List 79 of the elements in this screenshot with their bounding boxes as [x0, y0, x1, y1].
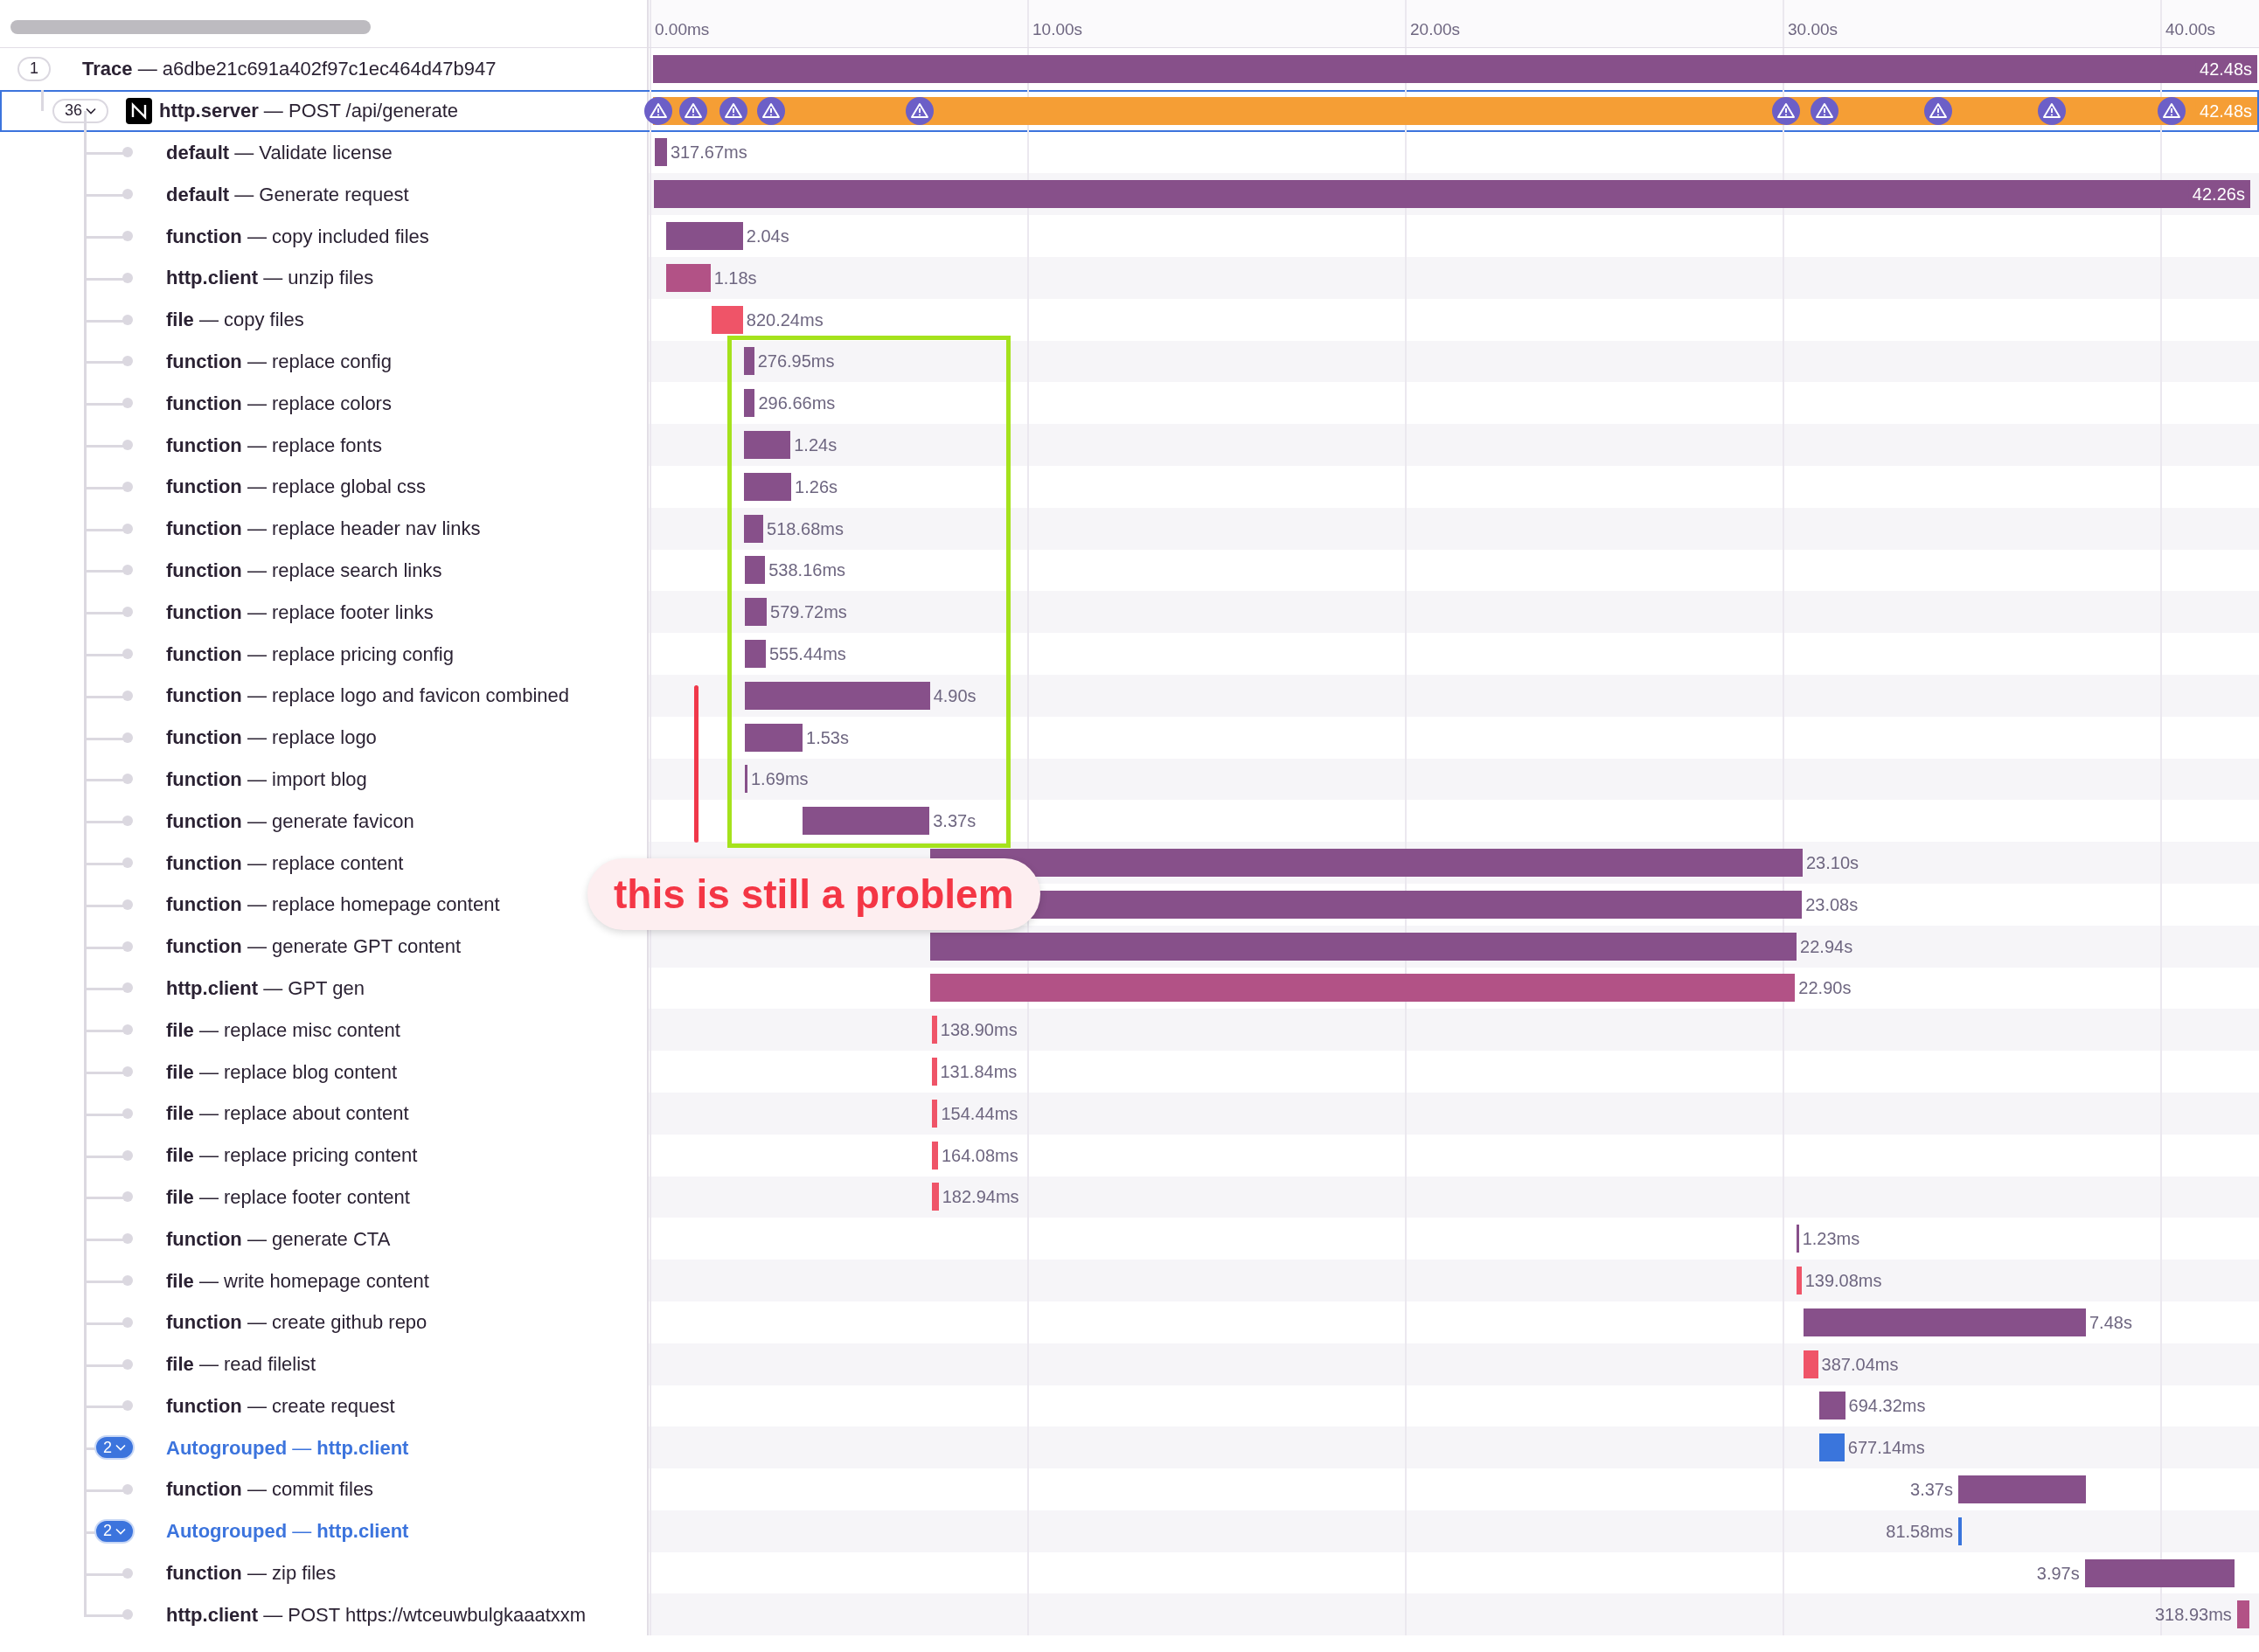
duration-label: 22.94s — [1800, 935, 1853, 958]
duration-label: 2.04s — [746, 226, 789, 248]
span-label: function — replace homepage content — [166, 893, 500, 916]
duration-label: 4.90s — [933, 684, 977, 707]
span-label: function — generate GPT content — [166, 935, 462, 958]
span-label: http.server — POST /api/generate — [159, 99, 459, 124]
duration-label: 579.72ms — [770, 601, 847, 624]
duration-label: 387.04ms — [1821, 1353, 1899, 1376]
duration-label: 3.37s — [933, 810, 977, 833]
span-label: file — write homepage content — [166, 1269, 429, 1292]
duration-label: 23.10s — [1806, 852, 1859, 875]
span-label: http.client — POST https://wtceuwbulgkaaatxxm — [166, 1603, 587, 1626]
duration-label: 182.94ms — [942, 1186, 1019, 1209]
span-label: function — replace content — [166, 851, 404, 874]
span-label: file — copy files — [166, 309, 304, 331]
span-label: function — replace logo — [166, 726, 377, 749]
span-label: file — replace pricing content — [166, 1144, 418, 1167]
duration-label: 7.48s — [2089, 1311, 2132, 1334]
span-label: function — create request — [166, 1394, 395, 1417]
span-label: function — replace fonts — [166, 434, 382, 456]
span-label: function — import blog — [166, 767, 367, 790]
duration-label: 139.08ms — [1804, 1270, 1882, 1292]
annotation-tooltip: this is still a problem — [587, 858, 1040, 930]
time-tick-label: 0.00ms — [655, 19, 710, 40]
duration-label: 3.37s — [1910, 1479, 1953, 1501]
time-tick-label: 10.00s — [1032, 19, 1083, 40]
span-label: function — generate favicon — [166, 809, 414, 832]
duration-label: 1.18s — [713, 267, 757, 289]
duration-label: 81.58ms — [1886, 1520, 1953, 1543]
duration-label: 296.66ms — [758, 392, 836, 415]
span-label: http.client — GPT gen — [166, 976, 365, 999]
time-tick-label: 40.00s — [2165, 19, 2216, 40]
duration-label: 3.97s — [2036, 1562, 2080, 1585]
span-label: function — create github repo — [166, 1311, 427, 1334]
duration-label: 1.53s — [806, 726, 849, 749]
span-label: file — replace blog content — [166, 1060, 398, 1083]
span-label: function — copy included files — [166, 225, 429, 247]
span-label: file — read filelist — [166, 1353, 316, 1376]
duration-label: 23.08s — [1805, 893, 1859, 916]
span-label: function — replace header nav links — [166, 517, 481, 540]
span-label: function — replace logo and favicon combined — [166, 684, 569, 707]
duration-label: 1.26s — [795, 475, 838, 498]
span-label: function — replace global css — [166, 475, 427, 498]
duration-label: 164.08ms — [941, 1144, 1018, 1167]
duration-label: 138.90ms — [940, 1019, 1018, 1042]
duration-label: 1.24s — [794, 434, 838, 457]
duration-label: 820.24ms — [746, 309, 824, 331]
duration-label: 694.32ms — [1848, 1395, 1926, 1418]
time-tick-label: 30.00s — [1788, 19, 1838, 40]
span-label: function — replace config — [166, 350, 392, 372]
span-label: function — replace search links — [166, 559, 442, 581]
span-label: function — replace colors — [166, 392, 392, 414]
duration-label: 518.68ms — [767, 517, 844, 540]
span-label: Trace — a6dbe21c691a402f97c1ec464d47b947 — [82, 57, 497, 82]
span-label: function — commit files — [166, 1478, 374, 1501]
duration-label: 154.44ms — [941, 1102, 1018, 1125]
span-label: file — replace about content — [166, 1102, 409, 1125]
duration-label: 677.14ms — [1847, 1437, 1925, 1460]
span-label: file — replace footer content — [166, 1185, 410, 1208]
duration-label: 1.69ms — [750, 768, 809, 791]
duration-label: 538.16ms — [768, 559, 846, 582]
span-label: file — replace misc content — [166, 1018, 400, 1041]
duration-label: 131.84ms — [940, 1061, 1018, 1083]
duration-label: 22.90s — [1798, 977, 1852, 1000]
duration-label: 1.23ms — [1802, 1228, 1860, 1251]
duration-label: 555.44ms — [768, 643, 846, 666]
duration-label: 317.67ms — [670, 142, 747, 164]
span-label: function — replace pricing config — [166, 642, 454, 665]
time-tick-label: 20.00s — [1410, 19, 1461, 40]
span-label: function — replace footer links — [166, 600, 434, 623]
span-label: function — generate CTA — [166, 1227, 391, 1250]
span-label: Autogrouped — http.client — [166, 1520, 409, 1543]
span-label: default — Generate request — [166, 183, 409, 205]
span-label: default — Validate license — [166, 142, 393, 163]
span-label: http.client — unzip files — [166, 267, 374, 289]
span-label: function — zip files — [166, 1562, 337, 1585]
duration-label: 318.93ms — [2154, 1604, 2232, 1627]
duration-label: 276.95ms — [757, 351, 835, 373]
span-label: Autogrouped — http.client — [166, 1436, 409, 1459]
